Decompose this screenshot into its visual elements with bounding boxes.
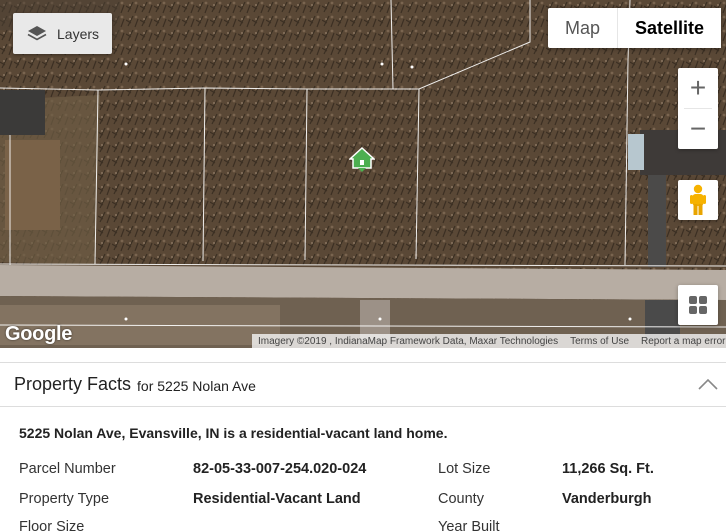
map-attribution-bar: Imagery ©2019 , IndianaMap Framework Dat… <box>252 334 726 348</box>
property-facts-title: Property Facts <box>14 374 132 394</box>
layers-icon <box>27 25 47 40</box>
zoom-out-button[interactable]: − <box>678 109 718 149</box>
parcel-number-label: Parcel Number <box>19 461 116 477</box>
pegman-icon <box>690 184 706 215</box>
county-value: Vanderburgh <box>562 491 652 507</box>
lot-size-value: 11,266 Sq. Ft. <box>562 461 654 477</box>
map-type-control: Map Satellite <box>548 8 722 48</box>
zoom-control: + − <box>678 68 718 149</box>
lot-size-label: Lot Size <box>438 461 491 477</box>
report-map-error-link[interactable]: Report a map error <box>635 336 726 347</box>
street-view-pegman-button[interactable] <box>678 180 718 220</box>
floor-size-label: Floor Size <box>19 519 85 532</box>
layers-label: Layers <box>57 25 100 42</box>
year-built-label: Year Built <box>438 519 500 532</box>
chevron-up-icon[interactable] <box>698 378 718 390</box>
satellite-map[interactable]: Layers Map Satellite + − Google Imagery … <box>0 0 726 348</box>
county-label: County <box>438 491 484 507</box>
google-logo: Google <box>5 323 73 345</box>
layers-button[interactable]: Layers <box>13 13 112 54</box>
property-facts-address: for 5225 Nolan Ave <box>137 377 256 394</box>
terms-of-use-link[interactable]: Terms of Use <box>564 336 635 347</box>
home-marker-icon[interactable] <box>349 146 375 172</box>
imagery-attribution: Imagery ©2019 , IndianaMap Framework Dat… <box>258 335 559 347</box>
grid-view-icon <box>689 296 707 314</box>
parcel-number-value: 82-05-33-007-254.020-024 <box>193 461 367 477</box>
zoom-in-button[interactable]: + <box>678 68 718 108</box>
property-summary: 5225 Nolan Ave, Evansville, IN is a resi… <box>19 425 448 441</box>
map-type-satellite-button[interactable]: Satellite <box>617 8 722 48</box>
map-fullscreen-button[interactable] <box>678 285 718 325</box>
property-type-label: Property Type <box>19 491 110 507</box>
property-type-value: Residential-Vacant Land <box>193 491 361 507</box>
map-type-map-button[interactable]: Map <box>548 8 617 48</box>
property-facts-header[interactable]: Property Facts for 5225 Nolan Ave <box>0 362 726 407</box>
